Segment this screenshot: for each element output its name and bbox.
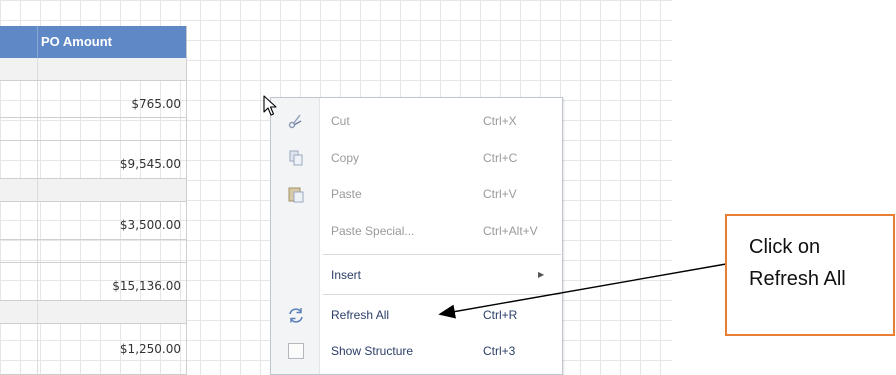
instruction-callout: Click on Refresh All	[725, 214, 895, 336]
callout-line-1: Click on	[749, 236, 821, 258]
callout-line-2: Refresh All	[749, 268, 846, 290]
